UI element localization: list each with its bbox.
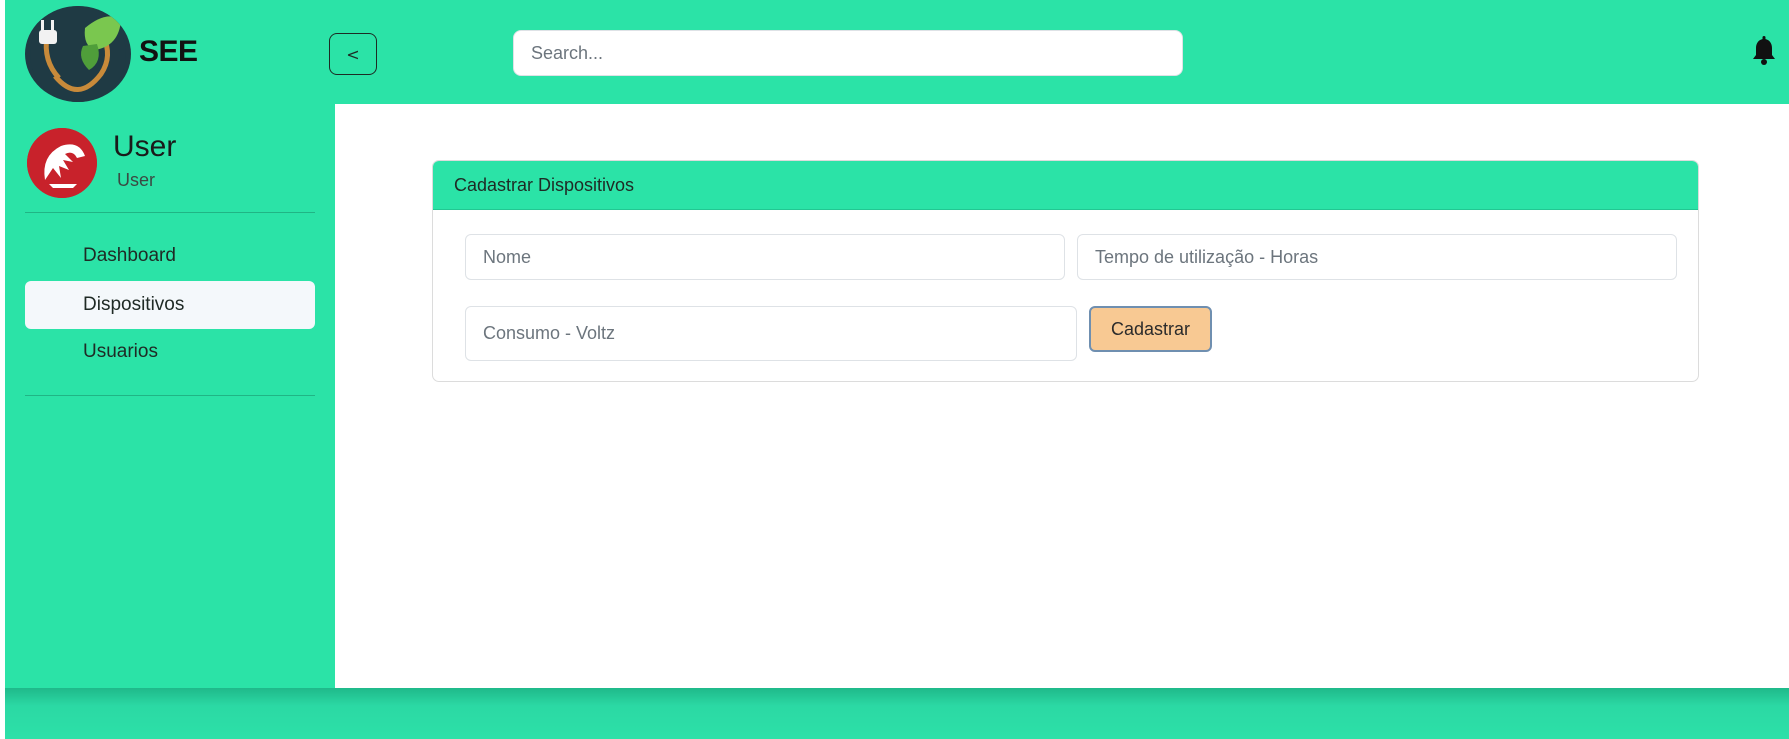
cadastrar-button[interactable]: Cadastrar	[1089, 306, 1212, 352]
consumo-field[interactable]	[465, 306, 1077, 361]
sidebar-toggle-button[interactable]: <	[329, 33, 377, 75]
search-input[interactable]	[513, 30, 1183, 76]
register-device-card: Cadastrar Dispositivos Cadastrar	[432, 160, 1699, 382]
nome-field[interactable]	[465, 234, 1065, 280]
brand-name: SEE	[139, 35, 198, 68]
main-content: Cadastrar Dispositivos Cadastrar	[335, 104, 1789, 688]
user-role: User	[117, 170, 156, 190]
sidebar-item-usuarios[interactable]: Usuarios	[25, 328, 315, 376]
sidebar-divider	[25, 395, 315, 396]
sidebar: User User Dashboard Dispositivos Usuario…	[5, 104, 335, 688]
sidebar-item-dashboard[interactable]: Dashboard	[25, 232, 315, 280]
sidebar-item-label: Dashboard	[83, 245, 176, 266]
sidebar-item-label: Dispositivos	[83, 294, 185, 315]
sidebar-item-label: Usuarios	[83, 341, 158, 362]
user-name: User	[113, 130, 177, 163]
bell-icon[interactable]	[1751, 36, 1777, 66]
footer	[5, 688, 1789, 739]
tempo-utilizacao-field[interactable]	[1077, 234, 1677, 280]
top-navbar: SEE <	[5, 0, 1789, 104]
logo	[25, 6, 131, 102]
plug-leaf-logo-icon	[30, 6, 126, 102]
sidebar-item-dispositivos[interactable]: Dispositivos	[25, 281, 315, 329]
avatar[interactable]	[27, 128, 97, 198]
card-title: Cadastrar Dispositivos	[433, 161, 1698, 210]
delphi-helmet-avatar-icon	[27, 128, 97, 198]
sidebar-divider	[25, 212, 315, 213]
